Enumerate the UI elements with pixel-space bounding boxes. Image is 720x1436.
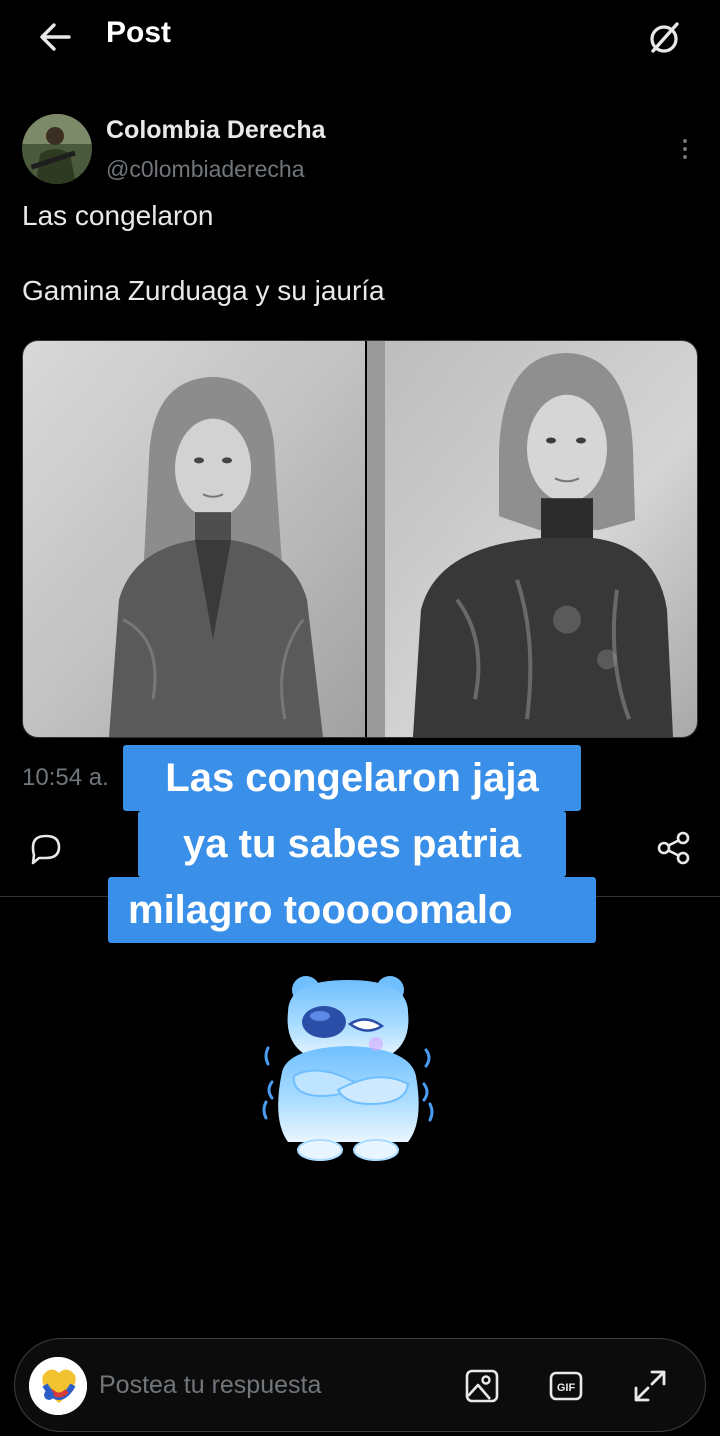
expand-composer-button[interactable] xyxy=(629,1365,671,1407)
share-icon xyxy=(657,831,690,865)
frozen-woman-portrait-right[interactable] xyxy=(367,341,698,737)
reply-icon xyxy=(31,834,61,865)
post-media[interactable] xyxy=(22,340,698,738)
user-avatar[interactable] xyxy=(29,1357,87,1415)
grok-icon xyxy=(650,22,679,53)
more-options-button[interactable] xyxy=(668,134,702,164)
add-image-button[interactable] xyxy=(461,1365,503,1407)
frozen-woman-portrait-left[interactable] xyxy=(23,341,365,737)
more-dot-icon xyxy=(683,155,687,159)
add-gif-button[interactable]: GIF xyxy=(545,1365,587,1407)
reply-input[interactable]: Postea tu respuesta xyxy=(99,1371,321,1400)
caption-line-1: Las congelaron jaja xyxy=(123,745,581,811)
share-button[interactable] xyxy=(652,826,696,870)
author-handle[interactable]: @c0lombiaderecha xyxy=(106,156,305,183)
reply-button[interactable] xyxy=(24,826,68,870)
post-timestamp: 10:54 a. xyxy=(22,764,109,791)
more-dot-icon xyxy=(683,139,687,143)
author-name[interactable]: Colombia Derecha xyxy=(106,116,326,145)
reply-composer: Postea tu respuesta GIF xyxy=(14,1338,706,1432)
image-icon xyxy=(465,1369,499,1403)
author-avatar[interactable] xyxy=(22,114,92,184)
caption-line-2: ya tu sabes patria xyxy=(138,811,566,877)
post-text-line-2: Gamina Zurduaga y su jauría xyxy=(22,275,385,306)
more-dot-icon xyxy=(683,147,687,151)
post-text-line-1: Las congelaron xyxy=(22,200,214,231)
expand-icon xyxy=(634,1370,666,1402)
gif-icon: GIF xyxy=(549,1371,583,1401)
top-bar: Post xyxy=(0,0,720,76)
shivering-polar-bear-sticker xyxy=(262,976,434,1161)
gif-label: GIF xyxy=(557,1382,576,1394)
page-title: Post xyxy=(106,16,172,49)
back-button[interactable] xyxy=(30,14,80,60)
grok-button[interactable] xyxy=(640,14,688,62)
arrow-left-icon xyxy=(40,23,71,51)
caption-line-3: milagro tooooomalo xyxy=(108,877,596,943)
